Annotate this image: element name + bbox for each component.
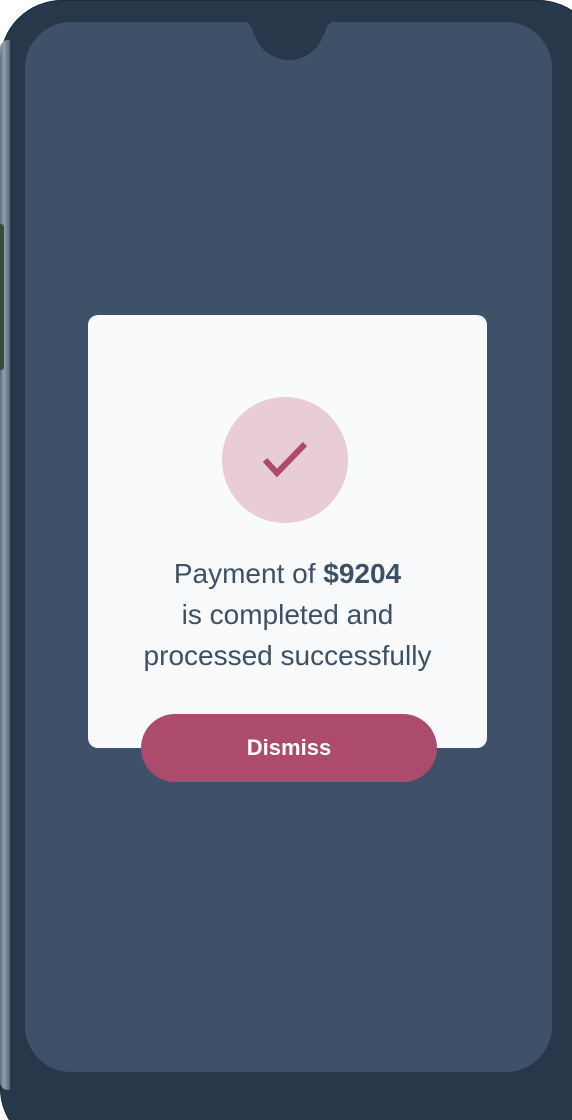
side-button [0, 224, 4, 370]
message-line-2: is completed and [181, 599, 394, 630]
notch [253, 22, 325, 60]
message-line-3: processed successfully [143, 640, 432, 671]
phone-edge [0, 40, 10, 1090]
phone-screen: Payment of $9204 is completed and proces… [25, 22, 552, 1072]
success-badge [222, 397, 348, 523]
phone-frame: Payment of $9204 is completed and proces… [0, 0, 572, 1120]
message-line-1: Payment of $9204 [88, 553, 487, 594]
payment-message: Payment of $9204 is completed and proces… [88, 553, 487, 676]
dismiss-button[interactable]: Dismiss [141, 714, 437, 782]
payment-amount: $9204 [323, 558, 402, 589]
checkmark-icon [262, 441, 308, 478]
payment-success-dialog: Payment of $9204 is completed and proces… [88, 315, 487, 748]
message-prefix: Payment of [173, 558, 324, 589]
